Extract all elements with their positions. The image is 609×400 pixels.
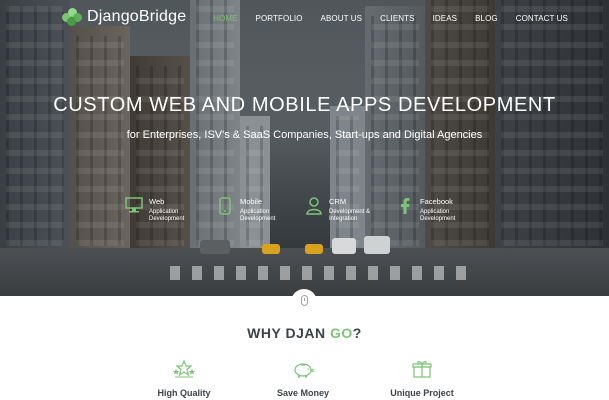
- nav-item-contact-us[interactable]: CONTACT US: [507, 14, 577, 23]
- stars-icon: [139, 359, 229, 378]
- mobile-icon: [216, 197, 234, 215]
- background-building: [0, 0, 70, 256]
- nav-item-ideas[interactable]: IDEAS: [424, 14, 467, 23]
- user-icon: [305, 197, 323, 215]
- service-desc: Application Development: [420, 209, 456, 222]
- service-web[interactable]: Web Application Development: [125, 197, 197, 223]
- why-heading: WHY DJAN GO?: [0, 325, 609, 341]
- piggy-bank-icon: [258, 360, 348, 378]
- feature-save-money: Save Money: [258, 360, 348, 398]
- background-car: [200, 240, 230, 254]
- scroll-down-button[interactable]: [291, 289, 317, 311]
- nav-item-about-us[interactable]: ABOUT US: [312, 14, 372, 23]
- nav-item-blog[interactable]: BLOG: [466, 14, 507, 23]
- background-taxi: [305, 244, 323, 254]
- service-name: Mobile: [240, 197, 263, 206]
- service-desc: Development & Integration: [329, 209, 371, 222]
- service-name: Facebook: [420, 197, 453, 206]
- background-van: [364, 236, 390, 254]
- feature-label: High Quality: [157, 388, 211, 398]
- service-mobile[interactable]: Mobile Application Development: [216, 197, 288, 223]
- feature-label: Unique Project: [390, 388, 454, 398]
- background-taxi: [262, 244, 280, 254]
- nav-item-clients[interactable]: CLIENTS: [371, 14, 424, 23]
- mouse-icon: [300, 294, 308, 306]
- why-heading-prefix: WHY DJAN: [247, 325, 326, 341]
- hero-title: CUSTOM WEB AND MOBILE APPS DEVELOPMENT: [53, 94, 556, 116]
- background-crosswalk: [170, 266, 470, 280]
- site-logo[interactable]: DjangoBridge: [62, 8, 186, 26]
- service-desc: Application Development: [240, 209, 276, 222]
- background-building: [70, 26, 130, 256]
- service-crm[interactable]: CRM Development & Integration: [305, 197, 377, 223]
- feature-label: Save Money: [276, 388, 330, 398]
- facebook-icon: [396, 197, 414, 215]
- service-facebook[interactable]: Facebook Application Development: [396, 197, 468, 223]
- service-name: Web: [149, 197, 165, 206]
- background-van: [332, 238, 356, 254]
- nav-item-home[interactable]: HOME: [204, 14, 246, 23]
- service-desc: Application Development: [149, 209, 185, 222]
- hero-subtitle: for Enterprises, ISV's & SaaS Companies,…: [126, 129, 483, 141]
- logo-text: DjangoBridge: [87, 8, 187, 25]
- nav-item-portfolio[interactable]: PORTFOLIO: [247, 14, 312, 23]
- background-building: [495, 0, 609, 256]
- why-heading-suffix: ?: [352, 325, 362, 341]
- gift-icon: [377, 360, 467, 378]
- main-nav: HOME PORTFOLIO ABOUT US CLIENTS IDEAS BL…: [204, 14, 577, 23]
- service-name: CRM: [329, 197, 347, 206]
- feature-unique-project: Unique Project: [377, 360, 467, 398]
- logo-icon: [62, 8, 82, 26]
- why-heading-accent: GO: [329, 325, 353, 341]
- monitor-icon: [125, 197, 143, 215]
- feature-high-quality: High Quality: [139, 359, 229, 398]
- hero-section: DjangoBridge HOME PORTFOLIO ABOUT US CLI…: [0, 0, 609, 296]
- background-building: [130, 56, 190, 256]
